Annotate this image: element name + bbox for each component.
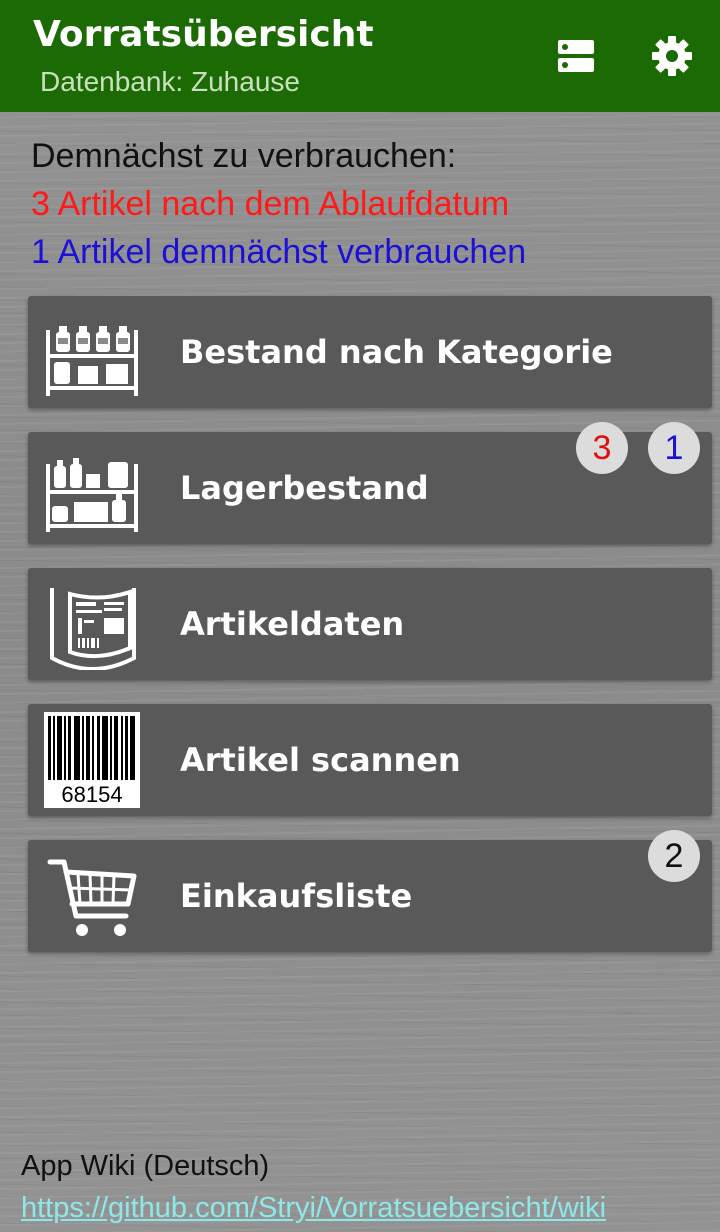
app-bar: Vorratsübersicht Datenbank: Zuhause [0, 0, 720, 112]
settings-gear-icon[interactable] [648, 32, 696, 80]
shopping-list-count-badge: 2 [648, 830, 700, 882]
menu-label: Artikel scannen [180, 741, 461, 779]
barcode-icon: 68154 [44, 712, 140, 808]
database-subtitle: Datenbank: Zuhause [40, 66, 300, 97]
menu-label: Artikeldaten [180, 605, 405, 643]
expired-count-badge: 3 [576, 422, 628, 474]
summary-heading: Demnächst zu verbrauchen: [31, 137, 457, 175]
use-soon-count-badge: 1 [648, 422, 700, 474]
expired-items-text[interactable]: 3 Artikel nach dem Ablaufdatum [31, 180, 526, 228]
menu-label: Lagerbestand [180, 469, 429, 507]
menu-button-shopping-list[interactable]: Einkaufsliste 2 [28, 830, 712, 952]
summary-section: Demnächst zu verbrauchen: 3 Artikel nach… [31, 132, 526, 276]
shopping-cart-icon [44, 852, 140, 942]
wiki-title: App Wiki (Deutsch) [21, 1150, 270, 1182]
database-icon[interactable] [552, 32, 600, 80]
menu-button-article-data[interactable]: Artikeldaten [28, 568, 712, 680]
product-label-icon [44, 580, 140, 671]
app-title: Vorratsübersicht [33, 14, 374, 55]
menu-label: Einkaufsliste [180, 877, 413, 915]
use-soon-items-text[interactable]: 1 Artikel demnächst verbrauchen [31, 228, 526, 276]
wiki-link[interactable]: https://github.com/Stryi/Vorratsuebersic… [21, 1192, 606, 1225]
menu-button-category-stock[interactable]: Bestand nach Kategorie [28, 296, 712, 408]
menu-label: Bestand nach Kategorie [180, 333, 613, 371]
menu-button-storage-stock[interactable]: Lagerbestand 3 1 [28, 422, 712, 544]
barcode-number: 68154 [61, 782, 122, 807]
shelf-storage-icon [44, 444, 140, 534]
menu-button-scan-article[interactable]: 68154 Artikel scannen [28, 704, 712, 816]
shelf-bottles-icon [44, 308, 140, 398]
